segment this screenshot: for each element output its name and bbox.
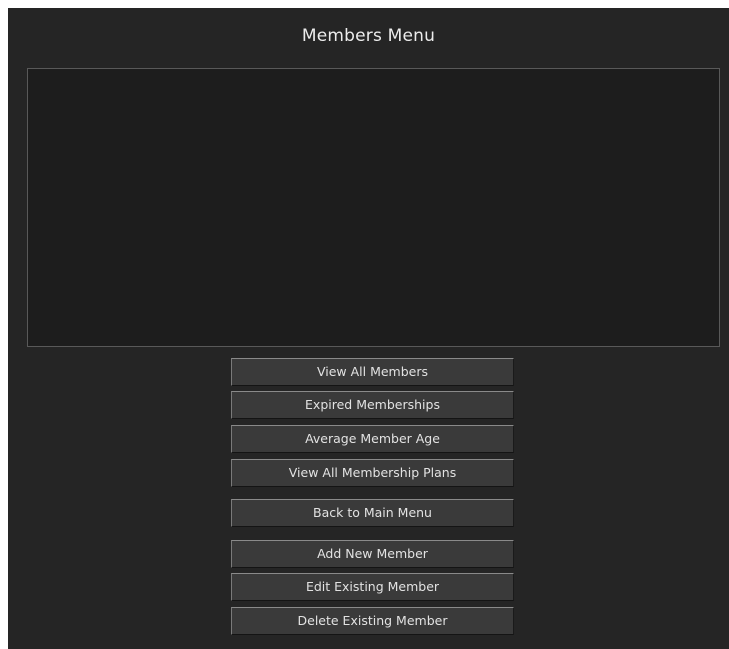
view-all-members-button[interactable]: View All Members bbox=[231, 358, 514, 386]
edit-existing-member-button[interactable]: Edit Existing Member bbox=[231, 573, 514, 601]
output-display-area[interactable] bbox=[27, 68, 720, 347]
expired-memberships-button[interactable]: Expired Memberships bbox=[231, 391, 514, 419]
average-member-age-button[interactable]: Average Member Age bbox=[231, 425, 514, 453]
add-new-member-button[interactable]: Add New Member bbox=[231, 540, 514, 568]
members-menu-window: Members Menu View All Members Expired Me… bbox=[8, 8, 729, 649]
view-all-membership-plans-button[interactable]: View All Membership Plans bbox=[231, 459, 514, 487]
page-title: Members Menu bbox=[301, 26, 436, 46]
delete-existing-member-button[interactable]: Delete Existing Member bbox=[231, 607, 514, 635]
back-to-main-menu-button[interactable]: Back to Main Menu bbox=[231, 499, 514, 527]
